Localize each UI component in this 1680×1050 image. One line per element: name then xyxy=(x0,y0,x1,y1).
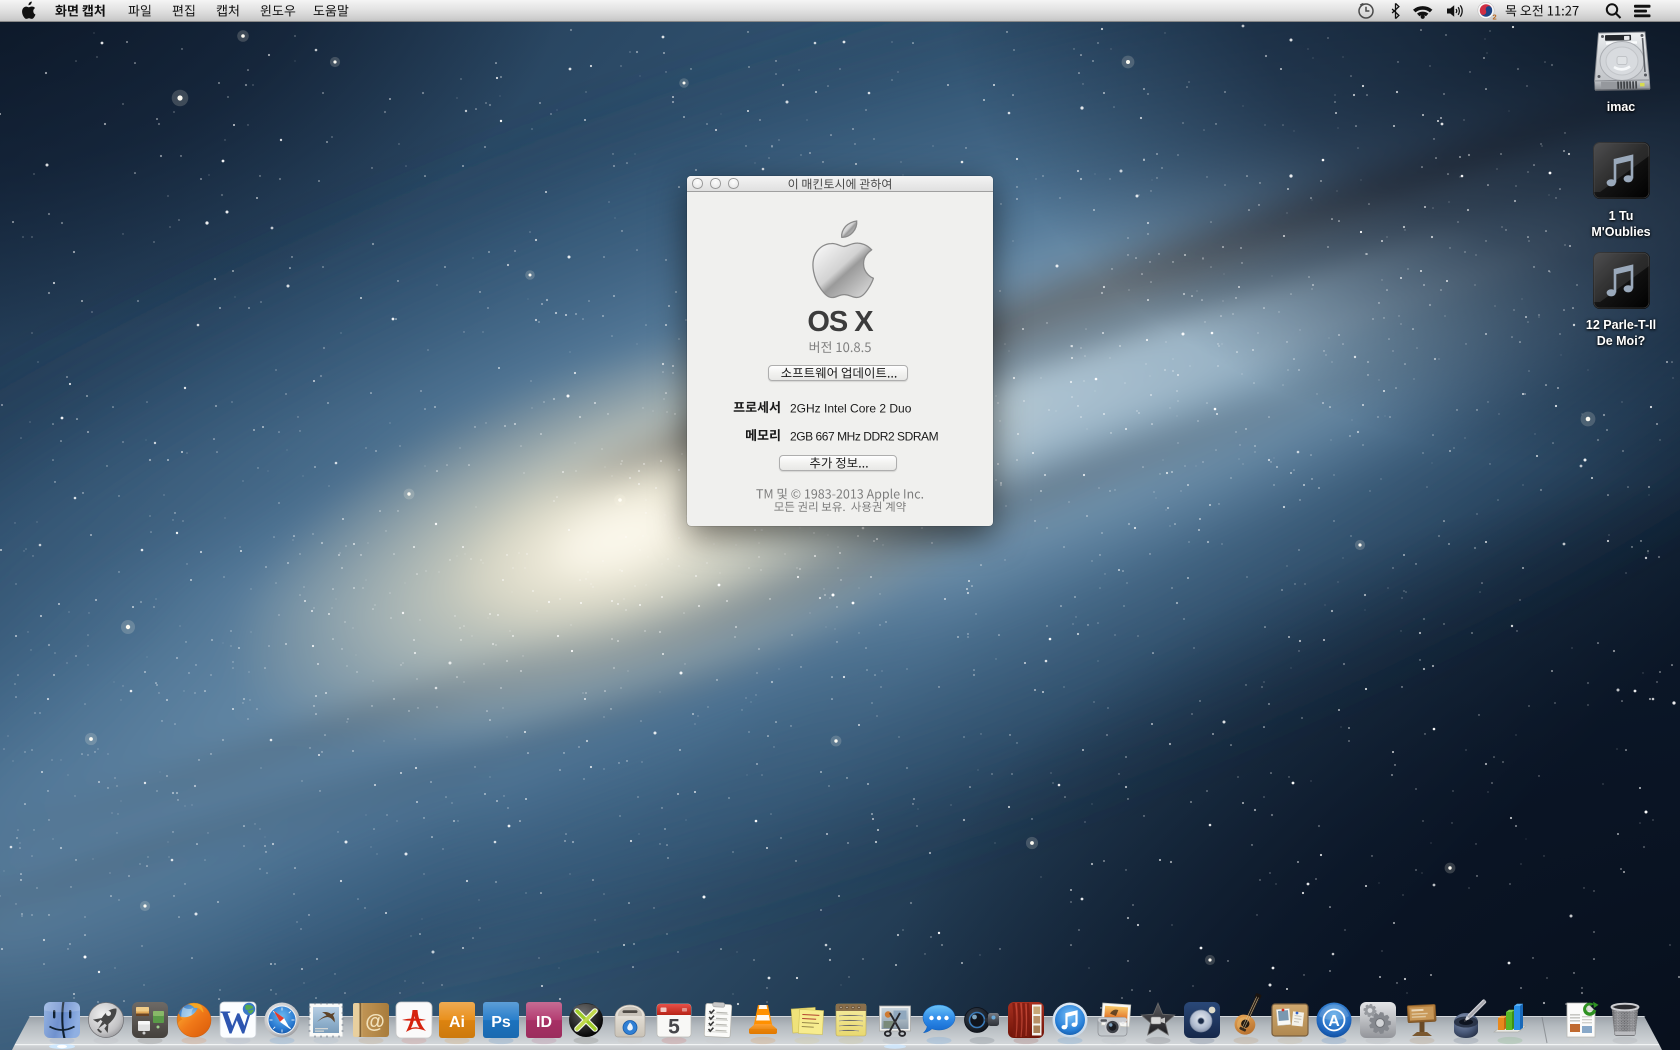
svg-text:A: A xyxy=(1328,1013,1340,1030)
svg-text:ID: ID xyxy=(536,1014,552,1031)
svg-text:@: @ xyxy=(365,1011,385,1033)
svg-text:Ai: Ai xyxy=(449,1014,465,1031)
svg-text:2: 2 xyxy=(1493,13,1497,22)
svg-text:5: 5 xyxy=(668,1016,680,1039)
svg-text:Ps: Ps xyxy=(491,1014,511,1031)
